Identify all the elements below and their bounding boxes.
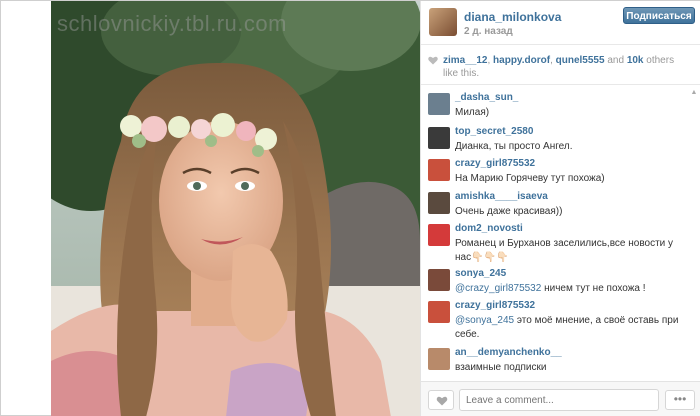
liker-link[interactable]: happy.dorof (493, 55, 550, 66)
commenter-username[interactable]: an__demyanchenko__ (455, 347, 562, 358)
post-details-panel: diana_milonkova 2 д. назад Подписаться z… (420, 1, 700, 416)
comments-list[interactable]: _dasha_sun_ Милая) top_secret_2580 Дианк… (421, 86, 700, 381)
likes-count-link[interactable]: 10k (627, 55, 644, 66)
commenter-avatar[interactable] (428, 348, 450, 370)
commenter-username[interactable]: _dasha_sun_ (455, 92, 518, 103)
commenter-username[interactable]: sonya_245 (455, 268, 506, 279)
commenter-avatar[interactable] (428, 159, 450, 181)
comment-text: Милая) (455, 107, 490, 118)
author-avatar[interactable] (429, 8, 457, 36)
commenter-username[interactable]: crazy_girl875532 (455, 300, 535, 311)
comment-text: @sonya_245 это моё мнение, а своё оставь… (455, 314, 687, 342)
liker-link[interactable]: zima__12 (443, 55, 487, 66)
post-header: diana_milonkova 2 д. назад Подписаться (421, 1, 700, 45)
commenter-username[interactable]: crazy_girl875532 (455, 158, 535, 169)
photo-illustration (51, 1, 420, 416)
liker-link[interactable]: qunel5555 (556, 55, 605, 66)
commenter-avatar[interactable] (428, 127, 450, 149)
instagram-post-window: schlovnickiy.tbl.ru.com diana_milonkova … (0, 0, 700, 416)
ellipsis-icon: ••• (673, 392, 687, 406)
heart-icon (428, 56, 438, 65)
comment-mention[interactable]: @sonya_245 (455, 315, 514, 326)
comment-mention[interactable]: @crazy_girl875532 (455, 283, 541, 294)
watermark-text: schlovnickiy.tbl.ru.com (57, 11, 287, 36)
commenter-avatar[interactable] (428, 301, 450, 323)
more-options-button[interactable]: ••• (665, 390, 695, 410)
commenter-username[interactable]: top_secret_2580 (455, 126, 533, 137)
comment-bar: ••• (421, 381, 700, 416)
commenter-avatar[interactable] (428, 224, 450, 246)
comment-text: Дианка, ты просто Ангел. (455, 141, 573, 152)
commenter-username[interactable]: dom2_novosti (455, 223, 523, 234)
post-photo[interactable]: schlovnickiy.tbl.ru.com (51, 1, 420, 416)
comment-text: Романец и Бурханов заселились,все новост… (455, 238, 674, 263)
like-button[interactable] (428, 390, 454, 410)
commenter-avatar[interactable] (428, 269, 450, 291)
commenter-avatar[interactable] (428, 93, 450, 115)
comment-input[interactable] (459, 389, 659, 411)
follow-button[interactable]: Подписаться (623, 7, 695, 24)
likes-and-text: and (604, 55, 627, 66)
heart-icon (436, 396, 448, 406)
likes-summary: zima__12, happy.dorof, qunel5555 and 10k… (421, 45, 700, 85)
comment-text: На Марию Горячеву тут похожа) (455, 173, 605, 184)
post-timestamp[interactable]: 2 д. назад (464, 26, 513, 37)
author-username[interactable]: diana_milonkova (464, 10, 561, 24)
comment-text: взаимные подписки (455, 362, 547, 373)
comment-body: ничем тут не похожа ! (541, 283, 646, 294)
comment-text: Очень даже красивая)) (455, 206, 563, 217)
commenter-username[interactable]: amishka____isaeva (455, 191, 548, 202)
comment-text: @crazy_girl875532 ничем тут не похожа ! (455, 282, 687, 296)
scroll-up-arrow[interactable]: ▲ (689, 89, 699, 97)
commenter-avatar[interactable] (428, 192, 450, 214)
